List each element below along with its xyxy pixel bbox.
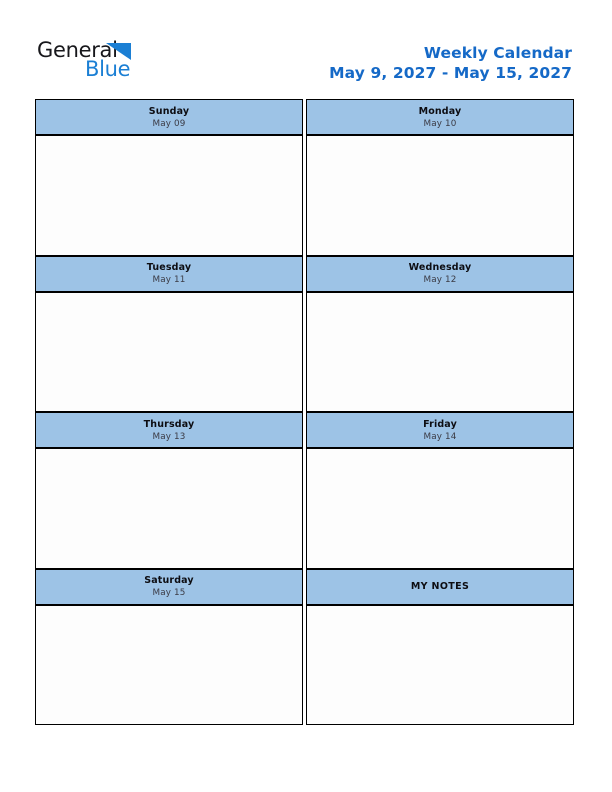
weekly-calendar-grid: Sunday May 09 Monday May 10 Tuesday May … — [35, 99, 574, 725]
day-header-monday[interactable]: Monday May 10 — [306, 99, 574, 135]
day-name: Tuesday — [146, 262, 192, 274]
day-name: Sunday — [148, 105, 190, 117]
notes-header[interactable]: MY NOTES — [306, 568, 574, 605]
day-body-thursday[interactable] — [35, 448, 303, 569]
day-date: May 13 — [152, 431, 186, 442]
date-range: May 9, 2027 - May 15, 2027 — [329, 63, 572, 82]
day-header-sunday[interactable]: Sunday May 09 — [35, 99, 303, 135]
day-name: Thursday — [143, 418, 195, 430]
day-header-wednesday[interactable]: Wednesday May 12 — [306, 255, 574, 292]
day-header-thursday[interactable]: Thursday May 13 — [35, 412, 303, 448]
calendar-body-row — [35, 604, 574, 725]
calendar-body-row — [35, 291, 574, 412]
day-body-tuesday[interactable] — [35, 291, 303, 412]
calendar-header-row: Thursday May 13 Friday May 14 — [35, 412, 574, 448]
day-name: Wednesday — [408, 262, 472, 274]
brand-word-blue: Blue — [85, 57, 131, 81]
day-date: May 09 — [152, 118, 186, 129]
day-body-saturday[interactable] — [35, 604, 303, 725]
notes-title: MY NOTES — [410, 581, 470, 592]
day-body-monday[interactable] — [306, 135, 574, 256]
day-date: May 10 — [423, 118, 457, 129]
day-date: May 11 — [152, 275, 186, 286]
calendar-header-row: Sunday May 09 Monday May 10 — [35, 99, 574, 135]
brand-logo: General Blue — [37, 40, 167, 88]
day-name: Monday — [418, 105, 462, 117]
day-header-saturday[interactable]: Saturday May 15 — [35, 568, 303, 605]
day-date: May 12 — [423, 275, 457, 286]
day-body-friday[interactable] — [306, 448, 574, 569]
day-name: Saturday — [144, 575, 194, 587]
day-body-sunday[interactable] — [35, 135, 303, 256]
day-header-tuesday[interactable]: Tuesday May 11 — [35, 255, 303, 292]
page-header: General Blue Weekly Calendar May 9, 2027… — [0, 0, 612, 98]
calendar-body-row — [35, 448, 574, 569]
day-body-wednesday[interactable] — [306, 291, 574, 412]
day-header-friday[interactable]: Friday May 14 — [306, 412, 574, 448]
page-title: Weekly Calendar — [423, 44, 572, 62]
day-date: May 14 — [423, 431, 457, 442]
title-block: Weekly Calendar May 9, 2027 - May 15, 20… — [329, 44, 572, 84]
notes-body[interactable] — [306, 604, 574, 725]
calendar-header-row: Saturday May 15 MY NOTES — [35, 568, 574, 605]
calendar-header-row: Tuesday May 11 Wednesday May 12 — [35, 255, 574, 292]
day-name: Friday — [423, 418, 457, 430]
calendar-body-row — [35, 135, 574, 256]
day-date: May 15 — [152, 588, 186, 599]
